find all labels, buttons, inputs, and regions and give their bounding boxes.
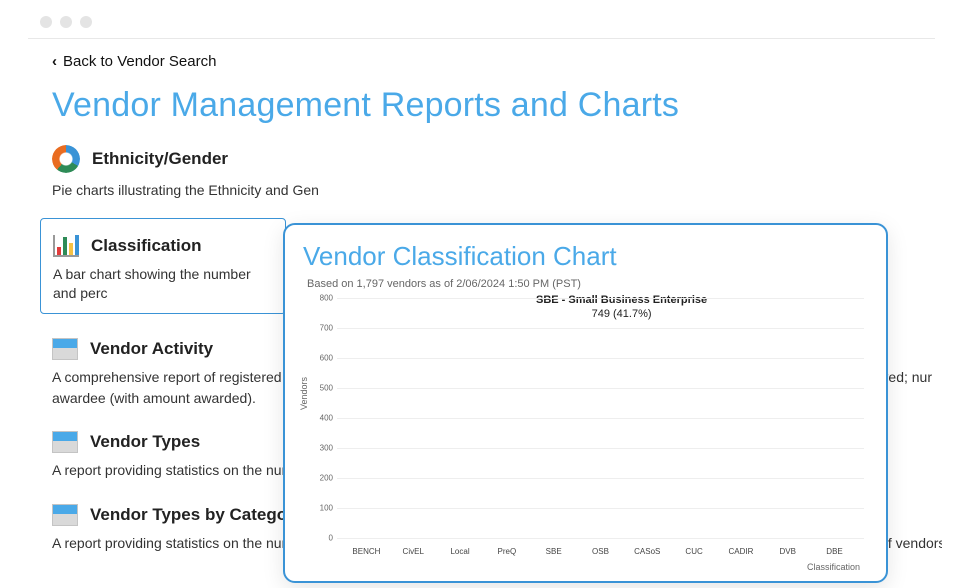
section-classification[interactable]: Classification A bar chart showing the n… [40, 218, 286, 314]
grid-line [337, 388, 864, 389]
x-tick: CADIR [728, 547, 753, 556]
grid-line [337, 478, 864, 479]
tooltip-title: SBE - Small Business Enterprise [536, 294, 707, 306]
y-tick: 100 [309, 504, 333, 513]
window-controls [0, 0, 963, 38]
report-icon [52, 504, 78, 526]
plot-region: BENCHCivELLocalPreQSBEOSBCASoSCUCCADIRDV… [337, 298, 864, 538]
y-tick: 400 [309, 414, 333, 423]
section-desc: A bar chart showing the number and perc [53, 265, 273, 303]
section-title: Vendor Activity [90, 339, 213, 359]
chart-panel: Vendor Classification Chart Based on 1,7… [283, 223, 888, 583]
x-tick: DBE [826, 547, 842, 556]
x-axis-label: Classification [807, 562, 860, 572]
x-tick: PreQ [498, 547, 517, 556]
grid-line [337, 448, 864, 449]
report-icon [52, 431, 78, 453]
chart-title: Vendor Classification Chart [303, 241, 868, 272]
y-tick: 300 [309, 444, 333, 453]
x-tick: CASoS [634, 547, 660, 556]
report-icon [52, 338, 78, 360]
bar-chart-icon [53, 235, 79, 257]
back-link[interactable]: ‹ Back to Vendor Search [52, 53, 963, 70]
donut-chart-icon [52, 145, 80, 173]
x-tick: Local [450, 547, 469, 556]
grid-line [337, 328, 864, 329]
x-tick: DVB [779, 547, 795, 556]
section-desc: Pie charts illustrating the Ethnicity an… [52, 181, 932, 200]
traffic-dot [80, 16, 92, 28]
chevron-left-icon: ‹ [52, 53, 57, 70]
back-label: Back to Vendor Search [63, 53, 216, 70]
chart-area: Vendors BENCHCivELLocalPreQSBEOSBCASoSCU… [303, 294, 868, 574]
y-tick: 600 [309, 354, 333, 363]
grid-line [337, 418, 864, 419]
section-title: Classification [91, 236, 202, 256]
grid-line [337, 538, 864, 539]
section-ethnicity-gender[interactable]: Ethnicity/Gender Pie charts illustrating… [52, 139, 932, 200]
section-title: Ethnicity/Gender [92, 149, 228, 169]
x-tick: CivEL [403, 547, 424, 556]
grid-line [337, 358, 864, 359]
section-desc-left: A comprehensive report of registered ven… [52, 368, 316, 387]
tooltip-value: 749 (41.7%) [536, 308, 707, 322]
page-title: Vendor Management Reports and Charts [52, 86, 963, 125]
traffic-dot [40, 16, 52, 28]
y-tick: 0 [309, 534, 333, 543]
y-tick: 800 [309, 294, 333, 303]
x-tick: OSB [592, 547, 609, 556]
divider [28, 38, 935, 39]
grid-line [337, 508, 864, 509]
y-tick: 500 [309, 384, 333, 393]
x-tick: CUC [685, 547, 702, 556]
x-tick: SBE [546, 547, 562, 556]
section-title: Vendor Types by Category [90, 505, 303, 525]
grid-line [337, 298, 864, 299]
chart-subtitle: Based on 1,797 vendors as of 2/06/2024 1… [307, 278, 868, 290]
traffic-dot [60, 16, 72, 28]
section-title: Vendor Types [90, 432, 200, 452]
y-tick: 700 [309, 324, 333, 333]
x-tick: BENCH [352, 547, 380, 556]
y-axis-label: Vendors [299, 377, 309, 410]
y-tick: 200 [309, 474, 333, 483]
